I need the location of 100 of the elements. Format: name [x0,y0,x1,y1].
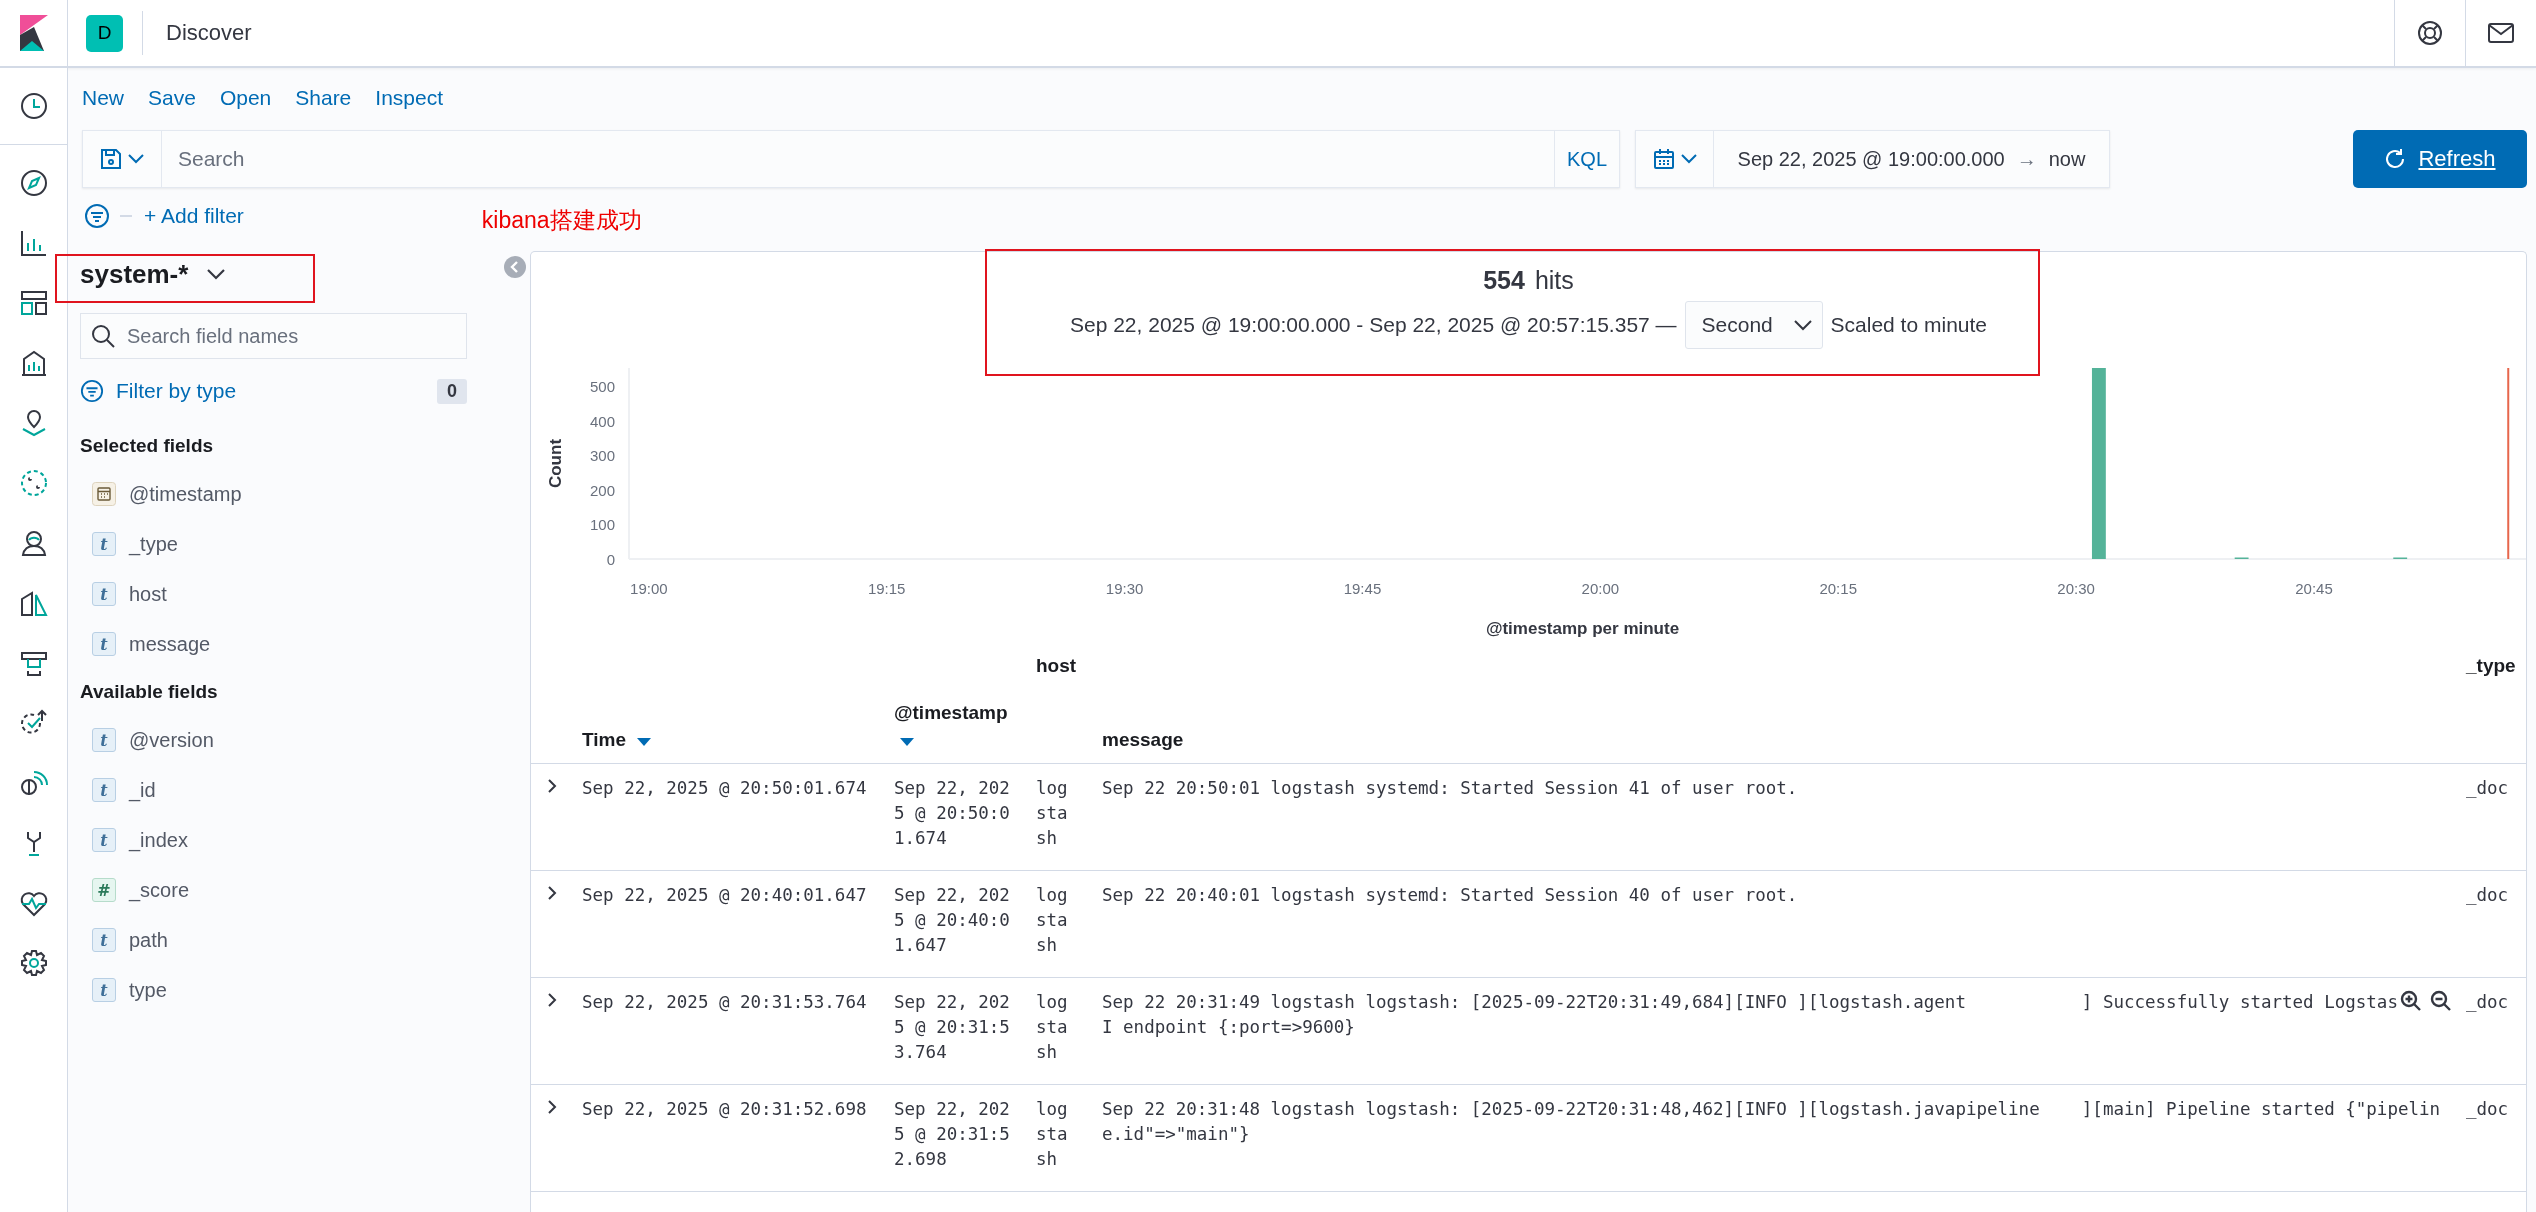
scaled-note: Scaled to minute [1830,313,1987,337]
field-item[interactable]: t _index [80,815,510,865]
field-name: @timestamp [129,482,242,506]
hits-count: 554 [1483,265,1525,295]
column-header[interactable]: @timestamp [894,702,1030,724]
zoom-in-icon[interactable] [2400,990,2422,1012]
sort-arrow-icon[interactable] [637,738,652,746]
compass-icon[interactable] [19,169,48,197]
field-search-field[interactable]: Search field names [80,313,467,359]
chevron-right-icon [547,778,557,794]
mail-icon[interactable] [2488,23,2514,43]
table-cell-text: Sep 22, 2025 @ 20:50:01.674 [894,777,1011,850]
field-item[interactable]: t _id [80,765,510,815]
table-cell-text: logstash [1036,777,1069,850]
field-item[interactable]: @timestamp [80,469,510,519]
field-item[interactable]: t _type [80,519,510,569]
field-item[interactable]: t type [80,965,510,1015]
shapes-icon[interactable] [19,589,48,617]
bar-chart-icon[interactable] [19,229,48,257]
x-tick-label: 20:30 [2057,580,2095,597]
field-type-token: t [92,828,116,852]
zoom-out-icon[interactable] [2430,990,2452,1012]
clock-icon[interactable] [19,92,48,120]
chevron-right-icon [547,992,557,1008]
filter-icon[interactable] [84,203,110,229]
menu-link[interactable]: New [82,86,124,110]
field-name: _index [129,828,188,852]
building-icon[interactable] [19,349,48,377]
search-icon [91,324,115,348]
field-name: type [129,978,167,1002]
column-header[interactable]: _type [2466,655,2516,676]
caret-icon [1680,154,1697,164]
column-header[interactable]: Time [582,729,626,750]
page-title: Discover [166,20,252,46]
interval-select[interactable]: Second [1684,301,1823,349]
table-cell-text: Sep 22 20:40:01 logstash systemd: Started Session 40 of user root. [1102,884,1798,907]
table-cell-text: Sep 22 20:31:49 logstash logstash: [2025-09-22T20:31:49,684][INFO ][logstash.agent ] Successfully started Logstas I endpoint {:port=>9600} [1102,991,2398,1039]
y-tick-label: 0 [606,551,615,568]
index-pattern-selector[interactable]: system-* [80,244,227,304]
column-header[interactable]: message [1102,729,1184,750]
field-name: host [129,582,167,606]
calendar-icon [92,482,116,506]
range-arrow: → [2016,147,2037,171]
save-icon [100,148,122,170]
gear-icon[interactable] [19,949,48,977]
field-type-token: t [92,728,116,752]
table-cell-text: Sep 22 20:50:01 logstash systemd: Started Session 41 of user root. [1102,777,1798,800]
chevron-left-icon [510,261,520,273]
section-heading: Available fields [80,680,219,704]
signal-icon[interactable] [19,769,48,797]
add-filter-link[interactable]: + Add filter [144,204,244,228]
field-item[interactable]: # _score [80,865,510,915]
y-tick-label: 200 [589,481,615,499]
end-date[interactable]: now [2048,147,2086,171]
logo-icon[interactable] [19,15,48,51]
column-header[interactable]: host [1036,655,1077,676]
space-avatar[interactable]: D [86,14,123,52]
table-cell: _doc [2466,885,2509,905]
layout-icon[interactable] [19,289,48,317]
y-tick-label: 400 [589,412,615,430]
hits-label: hits [1534,265,1574,295]
field-item[interactable]: t host [80,569,510,619]
table-cell: Sep 22, 2025 @ 20:31:52.698 [582,1099,867,1119]
help-icon[interactable] [2417,20,2443,46]
field-name: _type [129,532,178,556]
table-cell-text: logstash [1036,1098,1069,1171]
field-name: _score [129,878,190,902]
saved-query-button[interactable] [82,130,162,188]
menu-link[interactable]: Inspect [375,86,444,110]
field-item[interactable]: t message [80,619,510,669]
menu-link[interactable]: Open [219,86,272,110]
calendar-icon [1652,148,1675,170]
table-cell: _doc [2466,778,2509,798]
refresh-button[interactable]: Refresh [2353,130,2527,188]
search-field[interactable]: Search [162,130,1554,188]
annotation-text: kibana搭建成功 [481,205,642,235]
sort-arrow-icon[interactable] [900,738,914,746]
language-button[interactable]: KQL [1554,130,1620,188]
field-item[interactable]: t path [80,915,510,965]
chevron-right-icon [547,1099,557,1115]
field-item[interactable]: t @version [80,715,510,765]
x-tick-label: 19:15 [867,580,906,597]
table-cell-text: logstash [1036,991,1069,1064]
dotted-circle-icon[interactable] [19,469,48,497]
x-tick-label: 19:00 [630,580,668,597]
field-type-token: # [92,878,116,902]
start-date[interactable]: Sep 22, 2025 @ 19:00:00.000 [1737,147,2005,171]
field-name: path [129,928,168,952]
field-type-token: t [92,778,116,802]
monitor-icon[interactable] [19,649,48,677]
y-tick-label: 100 [589,516,615,534]
person-icon[interactable] [19,529,48,557]
table-cell: Sep 22, 2025 @ 20:31:53.764 [582,992,867,1012]
menu-link[interactable]: Save [148,86,196,110]
heartbeat-icon[interactable] [19,889,48,917]
field-name: @version [129,728,214,752]
filter-by-type-button[interactable]: Filter by type [80,379,237,403]
menu-link[interactable]: Share [295,86,352,110]
caret-icon [1793,319,1812,331]
x-tick-label: 19:30 [1105,580,1144,597]
